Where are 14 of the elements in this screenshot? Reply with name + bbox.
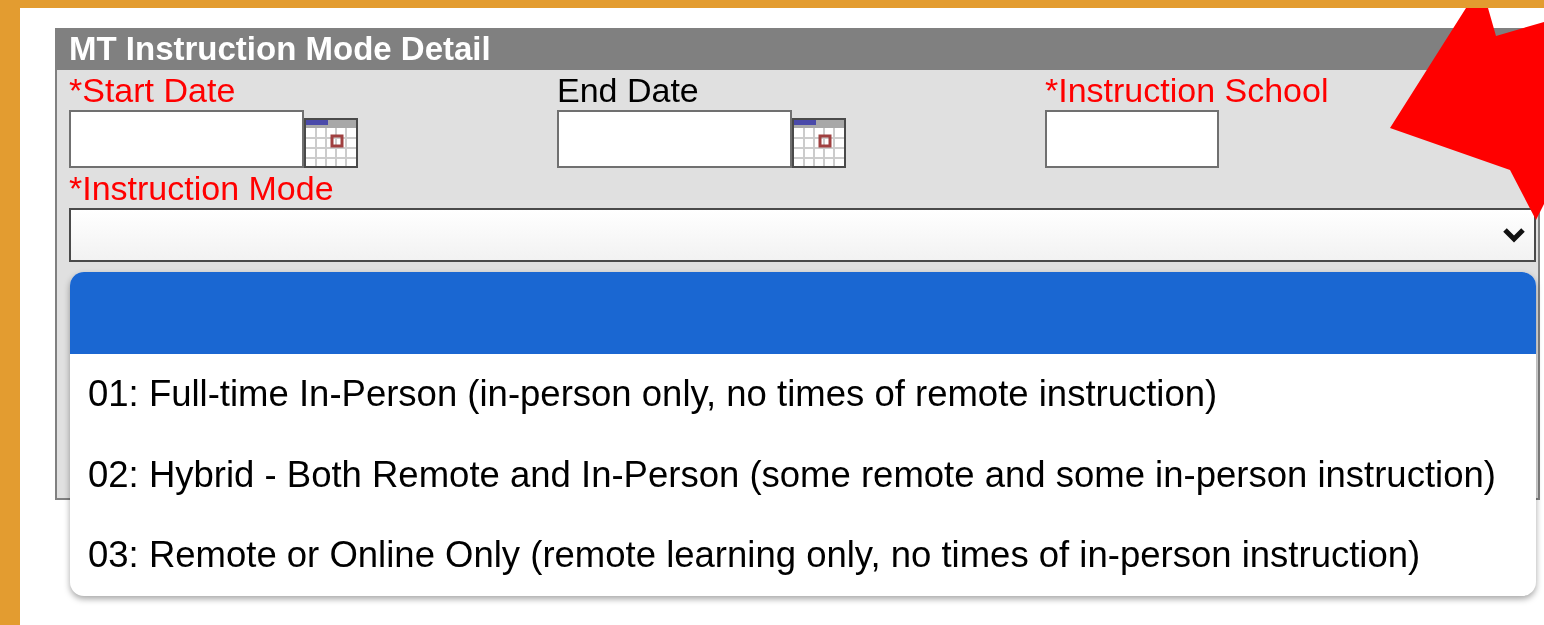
select-field[interactable] [69, 208, 1536, 262]
text-field[interactable] [1045, 110, 1219, 168]
dropdown-option[interactable]: 03: Remote or Online Only (remote learning only, no times of in-person instruction) [70, 515, 1536, 596]
calendar-icon[interactable] [304, 118, 358, 168]
field-label: *Instruction School [1045, 70, 1329, 110]
date-field[interactable] [557, 110, 792, 168]
chevron-down-icon [1502, 227, 1526, 243]
date-field[interactable] [69, 110, 304, 168]
dropdown-option[interactable]: 01: Full-time In-Person (in-person only, no times of remote instruction) [70, 354, 1536, 435]
calendar-icon[interactable] [792, 118, 846, 168]
field-label: *Instruction Mode [69, 168, 335, 208]
field-label: End Date [557, 70, 700, 110]
field-label: *Start Date [69, 70, 237, 110]
dropdown-option[interactable]: 02: Hybrid - Both Remote and In-Person (some remote and some in-person instruction) [70, 434, 1536, 515]
